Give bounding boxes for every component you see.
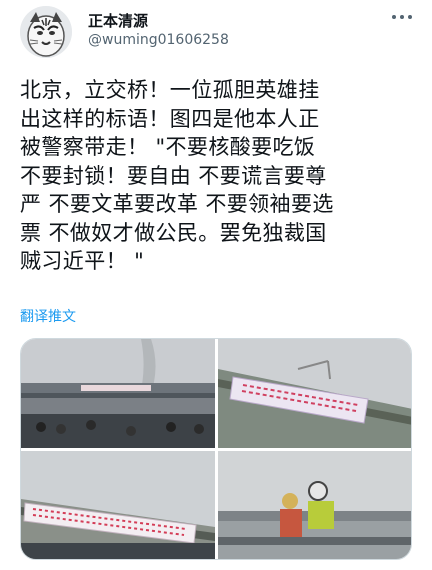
tweet-line: 严 不要文革要改革 不要领袖要选 [20,192,334,216]
tweet-line: 贼习近平！ " [20,249,145,273]
tweet-line: 北京，立交桥！一位孤胆英雄挂 [20,78,320,102]
more-options-button[interactable] [392,12,416,22]
photo-grid [20,338,412,560]
avatar[interactable] [20,6,72,58]
photo-1[interactable] [21,339,215,448]
more-dot [400,15,404,19]
photo-2[interactable] [218,339,411,448]
bridge-railing-banner-photo [21,451,215,559]
photo-4[interactable] [218,451,411,559]
user-handle[interactable]: @wuming01606258 [88,32,229,48]
arrest-on-bridge-photo [218,451,411,559]
banner-closeup-photo [218,339,411,448]
tweet-line: 票 不做奴才做公民。罢免独裁国 [20,220,327,245]
more-dot [408,15,412,19]
translate-tweet-link[interactable]: 翻译推文 [20,306,76,326]
tiger-avatar-icon [20,6,72,58]
more-horizontal-icon [392,15,396,19]
tweet-line: 被警察带走！ "不要核酸要吃饭 [20,135,316,159]
tweet-line: 不要封锁！要自由 不要谎言要尊 [20,163,327,188]
tweet-text: 北京，立交桥！一位孤胆英雄挂 出这样的标语！图四是他本人正 被警察带走！ "不要… [20,76,420,276]
overpass-photo [21,339,215,448]
display-name[interactable]: 正本清源 [88,10,148,31]
tweet-line: 出这样的标语！图四是他本人正 [20,106,320,131]
photo-3[interactable] [21,451,215,559]
